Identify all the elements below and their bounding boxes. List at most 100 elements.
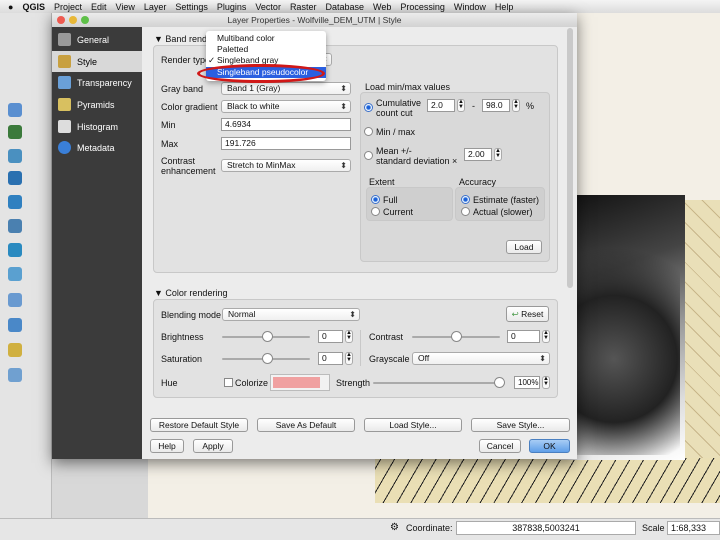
contrast-label-line2: enhancement [161,166,216,176]
add-spatialite-icon[interactable] [8,171,22,185]
extent-full-radio[interactable] [371,195,380,204]
cumulative-radio[interactable] [364,103,373,112]
new-layer-icon[interactable] [8,318,22,332]
strength-input[interactable]: 100% [514,376,540,389]
mean-stddev-radio[interactable] [364,151,373,160]
add-delimited-icon[interactable] [8,293,22,307]
apply-button[interactable]: Apply [193,439,233,453]
render-icon[interactable]: ⚙ [390,522,399,533]
load-style-button[interactable]: Load Style... [364,418,462,432]
oracle-icon[interactable] [8,368,22,382]
brightness-slider-handle[interactable] [262,331,273,342]
saturation-spinner[interactable]: ▲ ▼ [345,352,353,365]
minimize-button[interactable] [69,16,77,24]
grayscale-select[interactable]: Off [412,352,550,365]
zoom-button[interactable] [81,16,89,24]
sidebar-item-general[interactable]: General [52,29,142,50]
strength-label: Strength [336,378,371,388]
menu-window[interactable]: Window [454,2,486,12]
accuracy-estimate-radio[interactable] [461,195,470,204]
saturation-input[interactable]: 0 [318,352,343,365]
menu-database[interactable]: Database [325,2,364,12]
help-button[interactable]: Help [150,439,184,453]
apple-icon[interactable]: ● [8,2,13,12]
cumulative-label: Cumulative count cut [376,98,421,118]
restore-default-style-button[interactable]: Restore Default Style [150,418,248,432]
save-style-button[interactable]: Save Style... [471,418,570,432]
saturation-slider-handle[interactable] [262,353,273,364]
cancel-button[interactable]: Cancel [479,439,521,453]
cum-low-input[interactable]: 2.0 [427,99,455,112]
contrast-spinner[interactable]: ▲ ▼ [542,330,550,343]
close-button[interactable] [57,16,65,24]
gray-band-select[interactable]: Band 1 (Gray) [221,82,351,95]
add-mssql-icon[interactable] [8,195,22,209]
brightness-spinner[interactable]: ▲ ▼ [345,330,353,343]
blending-mode-select[interactable]: Normal [222,308,360,321]
accuracy-actual-label: Actual (slower) [473,207,533,217]
option-multiband-color[interactable]: Multiband color [206,33,326,44]
add-postgis-icon[interactable] [8,149,22,163]
brightness-label: Brightness [161,332,204,342]
stddev-input[interactable]: 2.00 [464,148,492,161]
accuracy-actual-radio[interactable] [461,207,470,216]
vector-layer-bottom [375,458,720,503]
menu-view[interactable]: View [115,2,134,12]
sidebar-item-metadata[interactable]: Metadata [52,137,142,158]
colorize-color-button[interactable] [270,374,330,391]
menu-help[interactable]: Help [495,2,514,12]
menu-project[interactable]: Project [54,2,82,12]
brightness-input[interactable]: 0 [318,330,343,343]
add-wms-icon[interactable] [8,219,22,233]
add-wcs-icon[interactable] [8,243,22,257]
color-rendering-header[interactable]: ▼ Color rendering [154,288,227,298]
menu-vector[interactable]: Vector [255,2,281,12]
save-as-default-button[interactable]: Save As Default [257,418,355,432]
minmax-radio[interactable] [364,127,373,136]
contrast-input[interactable]: 0 [507,330,540,343]
menu-edit[interactable]: Edit [91,2,107,12]
sidebar-item-style[interactable]: Style [52,51,142,72]
saturation-label: Saturation [161,354,203,364]
strength-slider[interactable] [373,382,503,384]
min-input[interactable]: 4.6934 [221,118,351,131]
extent-current-radio[interactable] [371,207,380,216]
sidebar-item-pyramids[interactable]: Pyramids [52,94,142,115]
load-button[interactable]: Load [506,240,542,254]
colorize-checkbox[interactable] [224,378,233,387]
menu-settings[interactable]: Settings [175,2,208,12]
sidebar-item-transparency[interactable]: Transparency [52,72,142,93]
option-paletted[interactable]: Paletted [206,44,326,55]
gps-icon[interactable] [8,343,22,357]
menu-app[interactable]: QGIS [22,2,45,12]
scrollbar[interactable] [567,28,573,288]
sidebar-label: Pyramids [77,99,115,110]
coordinate-label: Coordinate: [406,523,453,533]
stddev-spinner[interactable]: ▲ ▼ [494,148,502,161]
ok-button[interactable]: OK [529,439,570,453]
contrast-slider-handle[interactable] [451,331,462,342]
menu-plugins[interactable]: Plugins [217,2,247,12]
gray-band-label: Gray band [161,84,204,94]
strength-spinner[interactable]: ▲ ▼ [542,376,550,389]
coordinate-field[interactable]: 387838,5003241 [456,521,636,535]
add-vector-icon[interactable] [8,103,22,117]
add-wfs-icon[interactable] [8,267,22,281]
reset-button[interactable]: ↩ Reset [506,306,549,322]
color-swatch [273,377,320,388]
menu-processing[interactable]: Processing [400,2,445,12]
scale-field[interactable]: 1:68,333 [667,521,720,535]
strength-slider-handle[interactable] [494,377,505,388]
cum-low-spinner[interactable]: ▲ ▼ [457,99,465,112]
add-raster-icon[interactable] [8,125,22,139]
max-input[interactable]: 191.726 [221,137,351,150]
color-gradient-label: Color gradient [161,102,218,112]
menu-raster[interactable]: Raster [290,2,317,12]
cum-high-input[interactable]: 98.0 [482,99,510,112]
color-gradient-select[interactable]: Black to white [221,100,351,113]
contrast-enhancement-select[interactable]: Stretch to MinMax [221,159,351,172]
sidebar-item-histogram[interactable]: Histogram [52,116,142,137]
menu-web[interactable]: Web [373,2,391,12]
cum-high-spinner[interactable]: ▲ ▼ [512,99,520,112]
menu-layer[interactable]: Layer [144,2,167,12]
